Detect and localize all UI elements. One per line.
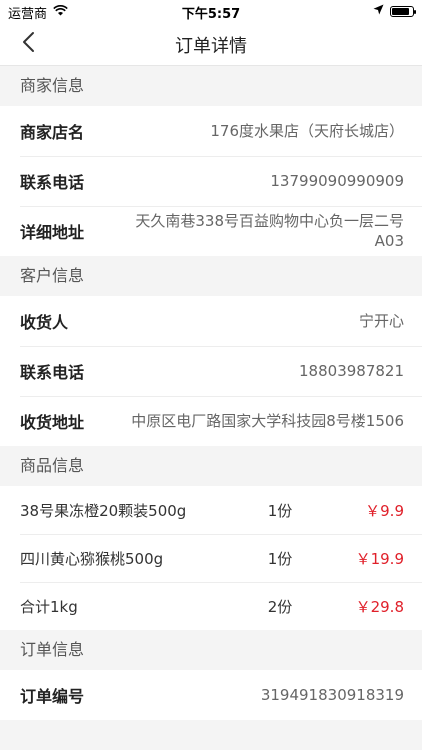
customer-phone-label: 联系电话 [20, 363, 85, 382]
merchant-phone-value[interactable]: 13799090990909 [116, 171, 404, 191]
receiver-value: 宁开心 [358, 312, 404, 330]
goods-total-row: 合计1kg 2份 ￥29.8 [0, 582, 422, 630]
order-detail-content: 商家信息 商家店名 176度水果店（天府长城店） 联系电话 1379909099… [0, 66, 422, 720]
merchant-phone-label: 联系电话 [20, 173, 85, 192]
receiver-label: 收货人 [20, 313, 69, 332]
order-number-value: 319491830918319 [260, 686, 404, 704]
delivery-address-value: 中原区电厂路国家大学科技园8号楼1506 [131, 412, 404, 430]
goods-item-price: ￥9.9 [365, 501, 404, 520]
goods-item-name: 38号果冻橙20颗装500g [20, 501, 187, 520]
goods-item-price: ￥19.9 [355, 549, 404, 568]
order-section-header: 订单信息 [0, 630, 422, 670]
merchant-name-value: 176度水果店（天府长城店） [210, 122, 404, 140]
delivery-address-row: 收货地址 中原区电厂路国家大学科技园8号楼1506 [0, 396, 422, 446]
goods-item-row: 四川黄心猕猴桃500g 1份 ￥19.9 [0, 534, 422, 582]
nav-bar: 订单详情 [0, 22, 422, 66]
goods-item-name: 四川黄心猕猴桃500g [20, 549, 164, 568]
customer-phone-row[interactable]: 联系电话 18803987821 [0, 346, 422, 396]
status-bar: 运营商 下午5:57 [0, 0, 422, 22]
status-right-group [373, 4, 416, 19]
merchant-section-header: 商家信息 [0, 66, 422, 106]
status-time: 下午5:57 [181, 7, 241, 22]
goods-item-qty: 1份 [267, 549, 293, 568]
order-number-row: 订单编号 319491830918319 [0, 670, 422, 720]
location-arrow-icon [373, 4, 384, 19]
merchant-name-label: 商家店名 [20, 123, 85, 142]
delivery-address-label: 收货地址 [20, 413, 85, 432]
goods-item-qty: 1份 [267, 501, 293, 520]
customer-section-header: 客户信息 [0, 256, 422, 296]
goods-total-label: 合计1kg [20, 597, 78, 616]
page-title: 订单详情 [175, 36, 247, 57]
customer-phone-value[interactable]: 18803987821 [116, 361, 404, 381]
goods-total-qty: 2份 [267, 597, 293, 616]
receiver-row: 收货人 宁开心 [0, 296, 422, 346]
order-number-label: 订单编号 [20, 687, 85, 706]
merchant-phone-row[interactable]: 联系电话 13799090990909 [0, 156, 422, 206]
goods-item-row: 38号果冻橙20颗装500g 1份 ￥9.9 [0, 486, 422, 534]
merchant-name-row: 商家店名 176度水果店（天府长城店） [0, 106, 422, 156]
goods-total-price: ￥29.8 [355, 597, 404, 616]
merchant-address-value: 天久南巷338号百益购物中心负一层二号A03 [135, 212, 404, 250]
battery-icon [390, 6, 416, 17]
merchant-address-row: 详细地址 天久南巷338号百益购物中心负一层二号A03 [0, 206, 422, 256]
merchant-address-label: 详细地址 [20, 223, 85, 242]
goods-section-header: 商品信息 [0, 446, 422, 486]
